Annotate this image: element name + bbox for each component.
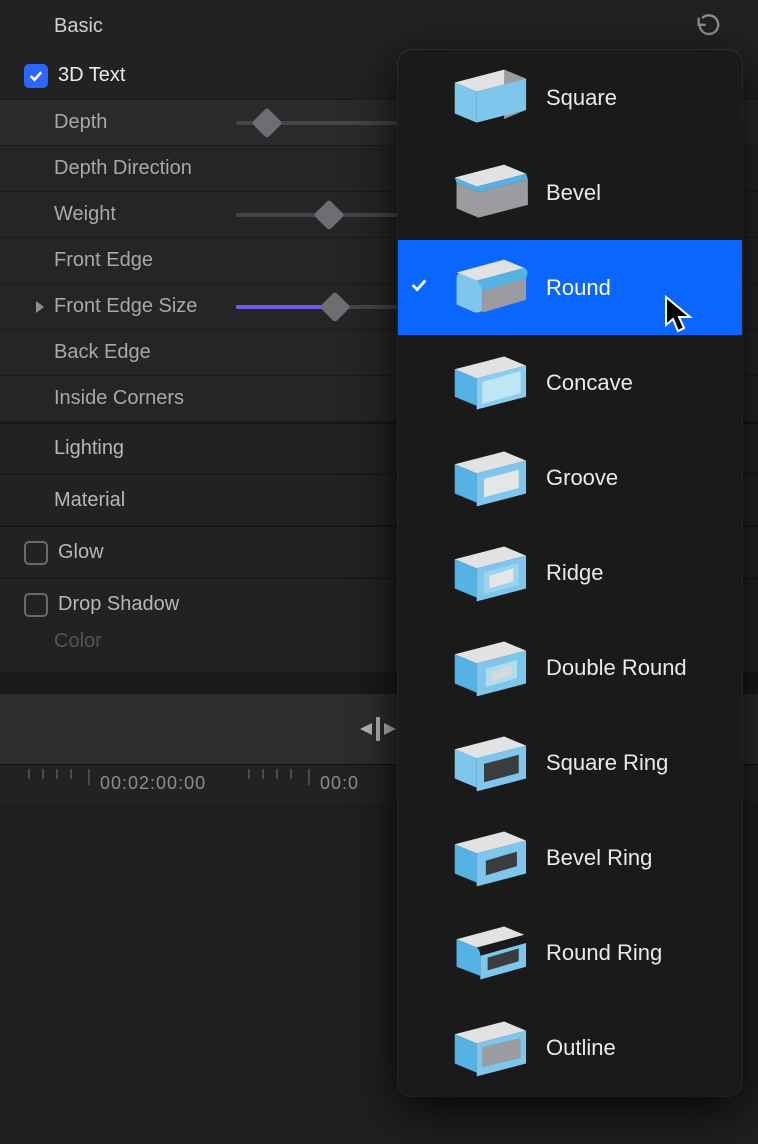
menu-item-label: Round Ring [546,940,662,966]
menu-item-outline[interactable]: Outline [398,1000,742,1095]
slider-thumb-front-edge-size[interactable] [319,291,350,322]
menu-item-ridge[interactable]: Ridge [398,525,742,620]
menu-item-double-round[interactable]: Double Round [398,620,742,715]
menu-item-square[interactable]: Square [398,50,742,145]
skimming-icon[interactable] [358,715,398,743]
section-header-basic: Basic [0,0,758,52]
label-drop-shadow: Drop Shadow [58,593,179,616]
menu-item-label: Bevel Ring [546,845,652,871]
thumb-groove-icon [438,444,530,512]
label-depth-direction: Depth Direction [54,157,192,180]
label-back-edge: Back Edge [54,341,151,364]
menu-item-concave[interactable]: Concave [398,335,742,430]
timecode-2: 00:0 [320,773,359,794]
slider-thumb-depth[interactable] [251,107,282,138]
thumb-square-ring-icon [438,729,530,797]
thumb-round-icon [438,254,530,322]
label-front-edge-size: Front Edge Size [54,295,197,318]
menu-item-label: Square Ring [546,750,668,776]
menu-item-round-ring[interactable]: Round Ring [398,905,742,1000]
menu-item-label: Double Round [546,655,687,681]
front-edge-popover: Square Bevel [398,50,742,1096]
menu-item-round[interactable]: Round [398,240,742,335]
label-drop-shadow-color: Color [54,630,102,653]
menu-item-bevel-ring[interactable]: Bevel Ring [398,810,742,905]
menu-item-square-ring[interactable]: Square Ring [398,715,742,810]
thumb-double-round-icon [438,634,530,702]
menu-item-label: Bevel [546,180,601,206]
thumb-bevel-icon [438,159,530,227]
checkbox-3d-text[interactable] [24,64,48,88]
menu-item-label: Square [546,85,617,111]
thumb-round-ring-icon [438,919,530,987]
thumb-ridge-icon [438,539,530,607]
menu-item-groove[interactable]: Groove [398,430,742,525]
menu-item-label: Outline [546,1035,616,1061]
thumb-outline-icon [438,1014,530,1082]
label-inside-corners: Inside Corners [54,387,184,410]
label-lighting: Lighting [54,437,124,460]
section-title: Basic [54,15,103,38]
label-3d-text: 3D Text [58,64,125,87]
checkbox-drop-shadow[interactable] [24,593,48,617]
slider-weight[interactable] [236,213,400,217]
menu-item-label: Round [546,275,611,301]
label-weight: Weight [54,203,116,226]
reset-icon[interactable] [694,12,722,40]
label-glow: Glow [58,541,104,564]
label-depth: Depth [54,111,107,134]
menu-item-label: Ridge [546,560,603,586]
checkmark-icon [408,274,430,302]
slider-depth[interactable] [236,121,400,125]
menu-item-label: Groove [546,465,618,491]
slider-thumb-weight[interactable] [313,199,344,230]
menu-item-label: Concave [546,370,633,396]
menu-item-bevel[interactable]: Bevel [398,145,742,240]
checkbox-glow[interactable] [24,541,48,565]
thumb-square-icon [438,64,530,132]
disclosure-front-edge-size[interactable] [32,298,48,314]
thumb-concave-icon [438,349,530,417]
timecode-1: 00:02:00:00 [100,773,206,794]
label-front-edge: Front Edge [54,249,153,272]
slider-front-edge-size[interactable]: .slider-track.purple-fill::before{width:… [236,305,400,309]
thumb-bevel-ring-icon [438,824,530,892]
label-material: Material [54,489,125,512]
